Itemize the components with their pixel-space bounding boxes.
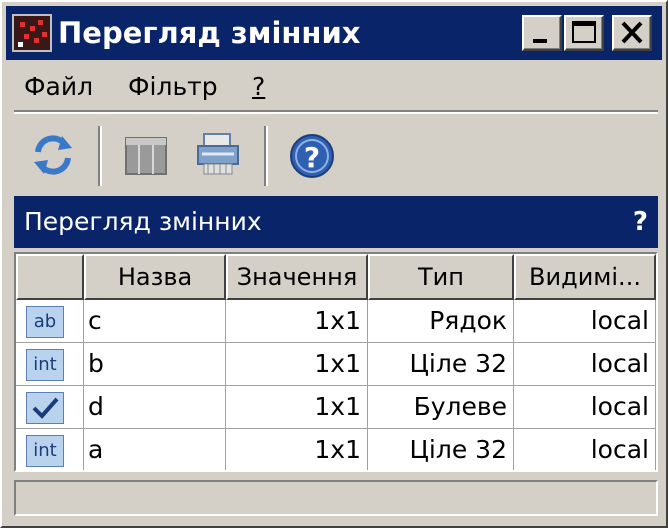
toolbar: ? [6,118,662,190]
table-row[interactable]: d 1x1 Булеве local [16,386,656,429]
menu-help[interactable]: ? [252,70,265,104]
columns-icon [125,137,167,175]
panel-header: Перегляд змінних ? [14,196,658,248]
visibility-cell[interactable]: local [514,300,656,343]
value-cell[interactable]: 1x1 [226,300,368,343]
type-cell: int [16,429,84,470]
value-cell[interactable]: 1x1 [226,386,368,429]
name-cell[interactable]: d [84,386,226,429]
panel-title: Перегляд змінних [24,207,262,236]
type-cell [16,386,84,429]
table-row[interactable]: int b 1x1 Ціле 32 local [16,343,656,386]
app-icon[interactable] [12,14,52,52]
window-title: Перегляд змінних [58,16,361,50]
bool-type-icon [26,392,64,424]
visibility-cell[interactable]: local [514,343,656,386]
refresh-button[interactable] [26,128,80,182]
maximize-icon [572,21,596,43]
menu-file[interactable]: Файл [24,70,93,104]
menu-filter[interactable]: Фільтр [128,70,218,104]
menu-bar: Файл Фільтр ? [6,64,662,110]
variable-viewer-window: Перегляд змінних Файл Фільтр ? ? Перегля… [0,0,668,528]
table-row[interactable]: ab c 1x1 Рядок local [16,300,656,343]
type-cell: ab [16,300,84,343]
visibility-cell[interactable]: local [514,386,656,429]
variables-table: Назва Значення Тип Видимі... ab c 1x1 Ря… [14,252,658,472]
help-icon: ? [290,134,334,178]
type-name-cell[interactable]: Ціле 32 [368,343,514,386]
svg-text:?: ? [304,141,320,174]
string-type-icon: ab [26,306,64,338]
name-cell[interactable]: a [84,429,226,470]
toolbar-separator [98,126,102,186]
minimize-icon [533,39,547,43]
close-icon [621,21,643,44]
column-header-icon[interactable] [16,254,84,300]
close-button[interactable] [612,15,652,51]
print-icon [197,133,239,175]
name-cell[interactable]: b [84,343,226,386]
checkmark-icon [32,397,59,419]
title-bar[interactable]: Перегляд змінних [6,6,662,60]
column-header-value[interactable]: Значення [226,254,368,300]
maximize-button[interactable] [564,15,604,51]
type-name-cell[interactable]: Булеве [368,386,514,429]
column-header-type[interactable]: Тип [368,254,514,300]
type-cell: int [16,343,84,386]
print-button[interactable] [192,128,246,182]
menu-separator [14,110,658,114]
table-row[interactable]: int a 1x1 Ціле 32 local [16,429,656,470]
columns-button[interactable] [120,128,174,182]
status-bar [14,480,658,516]
int-type-icon: int [26,349,64,381]
refresh-icon [34,135,72,175]
help-button[interactable]: ? [286,128,340,182]
panel-help-button[interactable]: ? [633,196,648,248]
column-header-name[interactable]: Назва [84,254,226,300]
toolbar-separator [264,126,268,186]
type-name-cell[interactable]: Ціле 32 [368,429,514,470]
visibility-cell[interactable]: local [514,429,656,470]
name-cell[interactable]: c [84,300,226,343]
type-name-cell[interactable]: Рядок [368,300,514,343]
minimize-button[interactable] [522,15,562,51]
int-type-icon: int [26,435,64,467]
column-header-visibility[interactable]: Видимі... [514,254,656,300]
value-cell[interactable]: 1x1 [226,343,368,386]
value-cell[interactable]: 1x1 [226,429,368,470]
